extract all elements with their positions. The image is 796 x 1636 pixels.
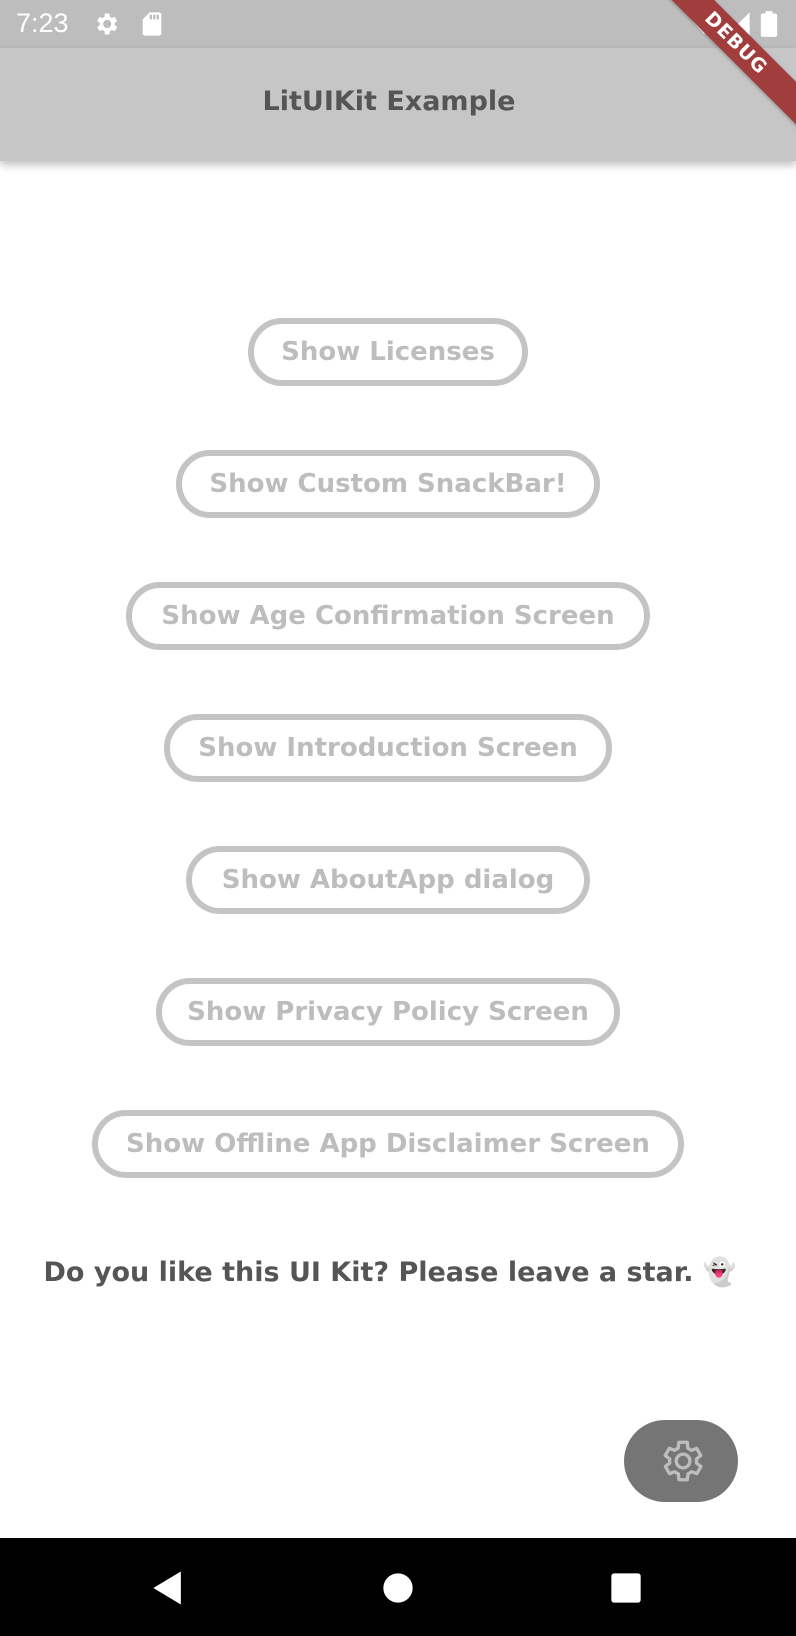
show-offline-disclaimer-button[interactable]: Show Offline App Disclaimer Screen — [92, 1110, 684, 1178]
show-custom-snackbar-button[interactable]: Show Custom SnackBar! — [176, 450, 600, 518]
app-bar: LitUIKit Example — [0, 48, 796, 161]
status-time: 7:23 — [16, 8, 69, 38]
recents-icon[interactable] — [604, 1566, 648, 1610]
sd-card-icon — [142, 12, 162, 36]
show-about-app-button[interactable]: Show AboutApp dialog — [186, 846, 590, 914]
status-bar: 7:23 — [0, 0, 796, 48]
page-title: LitUIKit Example — [262, 86, 516, 117]
home-icon[interactable] — [376, 1566, 420, 1610]
show-introduction-button[interactable]: Show Introduction Screen — [164, 714, 612, 782]
navigation-bar — [0, 1538, 796, 1636]
star-prompt-text: Do you like this UI Kit? Please leave a … — [43, 1257, 737, 1288]
settings-fab-button[interactable] — [624, 1420, 738, 1502]
gear-icon — [97, 13, 118, 35]
back-icon[interactable] — [146, 1566, 190, 1610]
show-licenses-button[interactable]: Show Licenses — [248, 318, 528, 386]
show-age-confirmation-button[interactable]: Show Age Confirmation Screen — [126, 582, 650, 650]
screen: 7:23 LitUIKit Example DEBUG Show License… — [0, 0, 796, 1636]
battery-icon — [760, 11, 778, 37]
gear-icon — [663, 1440, 703, 1482]
show-privacy-policy-button[interactable]: Show Privacy Policy Screen — [156, 978, 620, 1046]
